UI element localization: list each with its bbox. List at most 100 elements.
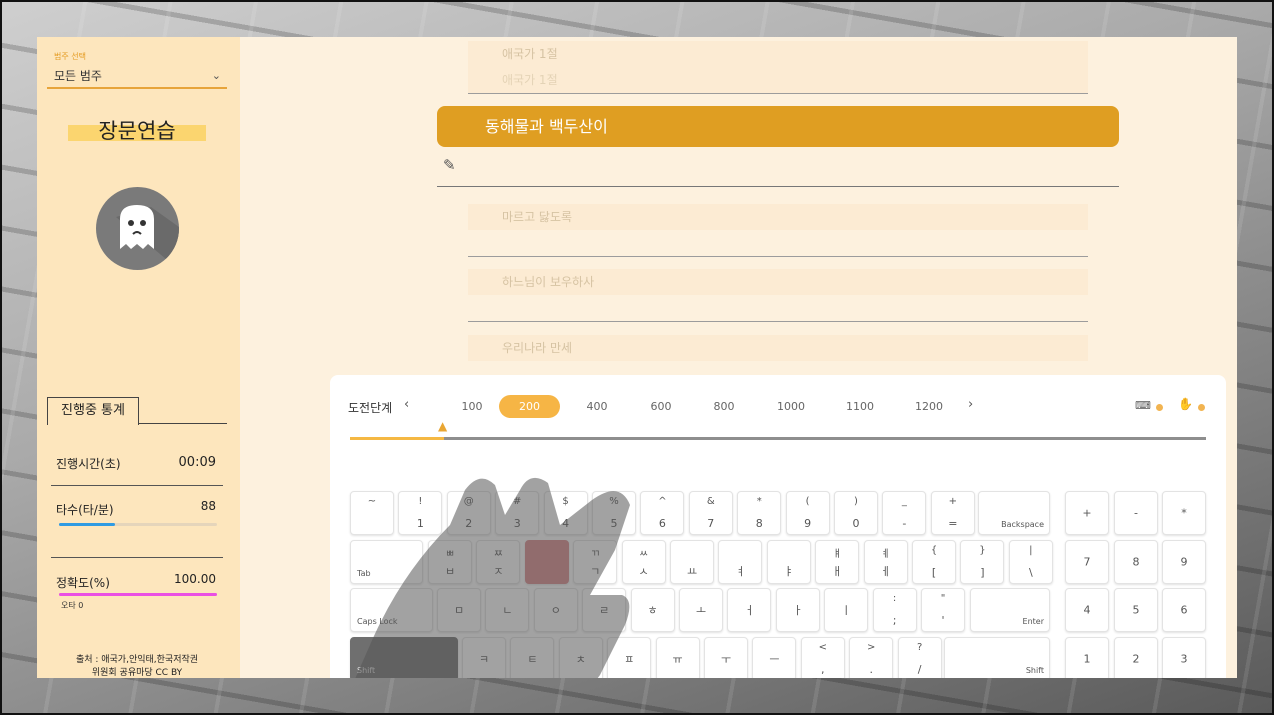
key-row3-7[interactable]: ㅏ	[775, 588, 820, 632]
backspace-key[interactable]: Backspace	[978, 491, 1050, 535]
level-option-600[interactable]: 600	[636, 400, 686, 413]
key-row1-2[interactable]: @2	[446, 491, 491, 535]
key-row3-2[interactable]: ㅇ	[533, 588, 578, 632]
tab-key[interactable]: Tab	[350, 539, 423, 584]
source-line: 위원회 공유마당 CC BY	[91, 668, 183, 678]
numpad-key-r2-0[interactable]: 7	[1065, 539, 1109, 584]
level-option-400[interactable]: 400	[572, 400, 622, 413]
category-select[interactable]: 모든 범주 ⌄	[47, 65, 227, 89]
key-label: ㅈ	[493, 564, 504, 578]
key-row3-1[interactable]: ㄴ	[485, 588, 530, 632]
key-row1-7[interactable]: & 7	[688, 491, 733, 535]
key-row4-5[interactable]: ㅜ	[704, 636, 748, 678]
numpad-key-r1-0[interactable]: +	[1065, 491, 1109, 535]
previous-line-typed: 애국가 1절	[468, 67, 1088, 93]
key-row1-3[interactable]: #3	[495, 491, 540, 535]
typing-app: 범주 선택 모든 범주 ⌄ 장문연습 진행중 통계 진행시간(초) 00:09	[37, 37, 1237, 678]
key-label: 7	[707, 517, 715, 530]
key-row2-12[interactable]: | \	[1008, 539, 1053, 584]
key-row1-11[interactable]: _ -	[882, 491, 927, 535]
key-row1-5[interactable]: % 5	[592, 491, 636, 535]
key-label: Enter	[1022, 617, 1044, 626]
key-row2-6[interactable]: ㅕ	[718, 539, 763, 584]
numpad-key-r4-1[interactable]: 2	[1114, 636, 1158, 678]
key-label: *	[756, 496, 762, 507]
key-row4-3[interactable]: ㅍ	[607, 636, 652, 678]
key-label: 7	[1083, 555, 1091, 568]
shift-left-key[interactable]: Shift	[350, 636, 458, 678]
key-row2-9[interactable]: ㅖㅔ	[863, 539, 908, 584]
key-row2-1[interactable]: ㅉㅈ	[476, 539, 521, 584]
level-option-100[interactable]: 100	[447, 400, 497, 413]
key-label: ㄹ	[599, 604, 610, 617]
key-row1-4[interactable]: $4	[543, 491, 588, 535]
numpad-key-r4-2[interactable]: 3	[1162, 636, 1206, 678]
key-row4-0[interactable]: ㅋ	[462, 636, 506, 678]
key-row1-6[interactable]: ^ 6	[640, 491, 685, 535]
keyboard-icon[interactable]: ⌨	[1135, 399, 1151, 412]
key-row4-6[interactable]: ㅡ	[752, 636, 797, 678]
key-row1-9[interactable]: (9	[785, 491, 830, 535]
key-row2-10[interactable]: {[	[912, 539, 956, 584]
numpad-key-r3-2[interactable]: 6	[1162, 588, 1206, 632]
key-row2-11[interactable]: }]	[960, 539, 1005, 584]
capslock-key[interactable]: Caps Lock	[350, 588, 433, 632]
level-next-chevron-icon[interactable]: ›	[968, 397, 973, 412]
key-row1-10[interactable]: ) 0	[834, 491, 878, 535]
key-label: 2	[465, 517, 473, 530]
key-row1-12[interactable]: + =	[930, 491, 975, 535]
key-row4-4[interactable]: ㅠ	[655, 636, 700, 678]
key-row3-4[interactable]: ㅎ	[630, 588, 675, 632]
key-label: Backspace	[1001, 520, 1044, 529]
numpad-key-r2-2[interactable]: 9	[1162, 539, 1206, 584]
key-label: ㄴ	[502, 604, 513, 617]
key-row4-2[interactable]: ㅊ	[558, 636, 603, 678]
numpad-key-r4-0[interactable]: 1	[1065, 636, 1109, 678]
level-option-1200[interactable]: 1200	[904, 400, 954, 413]
enter-key[interactable]: Enter	[970, 588, 1050, 632]
key-label: ㅓ	[744, 604, 755, 617]
numpad-key-r3-0[interactable]: 4	[1065, 588, 1109, 632]
key-row4-7[interactable]: <,	[800, 636, 845, 678]
numpad-key-r1-2[interactable]: *	[1162, 491, 1206, 535]
key-row2-7[interactable]: ㅑ	[766, 539, 811, 584]
key-label: {	[930, 544, 938, 556]
key-row2-8[interactable]: ㅒㅐ	[815, 539, 860, 584]
key-row3-3[interactable]: ㄹ	[582, 588, 627, 632]
key-row4-1[interactable]: ㅌ	[510, 636, 555, 678]
shift-right-key[interactable]: Shift	[944, 636, 1050, 678]
level-prev-chevron-icon[interactable]: ‹	[404, 397, 409, 412]
key-row3-9[interactable]: :;	[872, 588, 917, 632]
key-label: ~	[367, 496, 377, 507]
key-row1-1[interactable]: ! 1	[398, 491, 443, 535]
level-option-1000[interactable]: 1000	[766, 400, 816, 413]
typing-input-line[interactable]	[437, 186, 1119, 187]
key-row3-10[interactable]: " '	[921, 588, 965, 632]
level-option-200[interactable]: 200	[499, 395, 560, 418]
key-label: ㅕ	[735, 564, 746, 578]
key-row1-0[interactable]: ~	[350, 491, 394, 535]
turtle-progress-icon: ▲	[438, 419, 448, 433]
key-row2-0[interactable]: ㅃㅂ	[428, 539, 472, 584]
key-row4-8[interactable]: >.	[849, 636, 894, 678]
key-row3-6[interactable]: ㅓ	[727, 588, 772, 632]
key-row1-8[interactable]: * 8	[737, 491, 782, 535]
level-option-800[interactable]: 800	[699, 400, 749, 413]
numpad-key-r3-1[interactable]: 5	[1114, 588, 1158, 632]
key-row3-5[interactable]: ㅗ	[679, 588, 723, 632]
key-row4-9[interactable]: ? /	[897, 636, 942, 678]
key-row2-5[interactable]: ㅛ	[670, 539, 714, 584]
level-option-1100[interactable]: 1100	[835, 400, 885, 413]
key-row3-0[interactable]: ㅁ	[437, 588, 481, 632]
accuracy-bar	[59, 593, 217, 596]
key-label: ㅊ	[575, 652, 586, 666]
source-credit: 출처 : 애국가,안익태,한국저작권 위원회 공유마당 CC BY	[47, 654, 227, 678]
key-row2-3[interactable]: ㄲㄱ	[573, 539, 618, 584]
hand-icon[interactable]: ✋	[1178, 397, 1193, 411]
key-label: 4	[1083, 603, 1091, 617]
key-row2-4[interactable]: ㅆㅅ	[621, 539, 666, 584]
key-row2-2[interactable]	[524, 539, 569, 584]
numpad-key-r2-1[interactable]: 8	[1114, 539, 1158, 584]
key-row3-8[interactable]: ㅣ	[824, 588, 869, 632]
numpad-key-r1-1[interactable]: -	[1114, 491, 1158, 535]
